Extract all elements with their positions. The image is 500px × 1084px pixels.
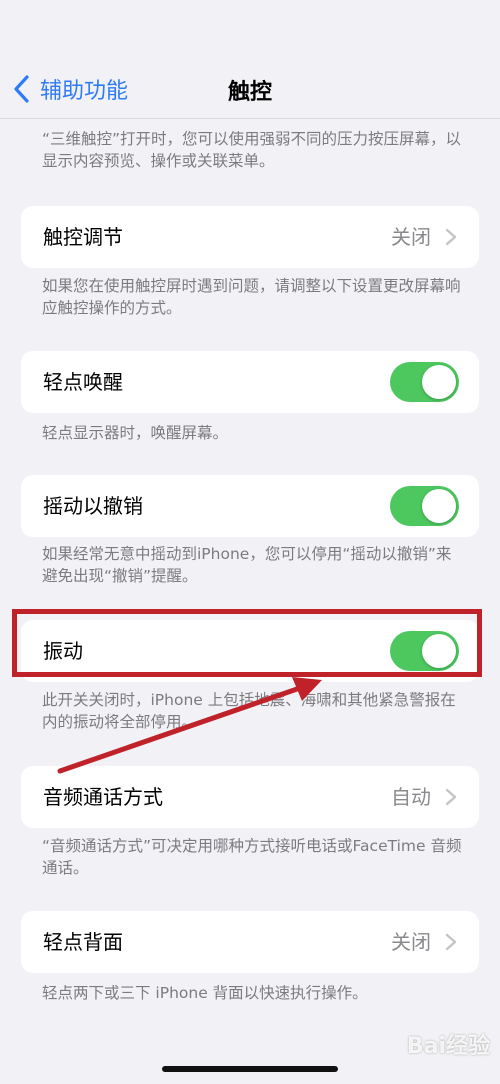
home-indicator[interactable] — [162, 1066, 338, 1072]
watermark: Bai经验 — [406, 1034, 490, 1059]
annotation-arrow — [57, 677, 322, 774]
